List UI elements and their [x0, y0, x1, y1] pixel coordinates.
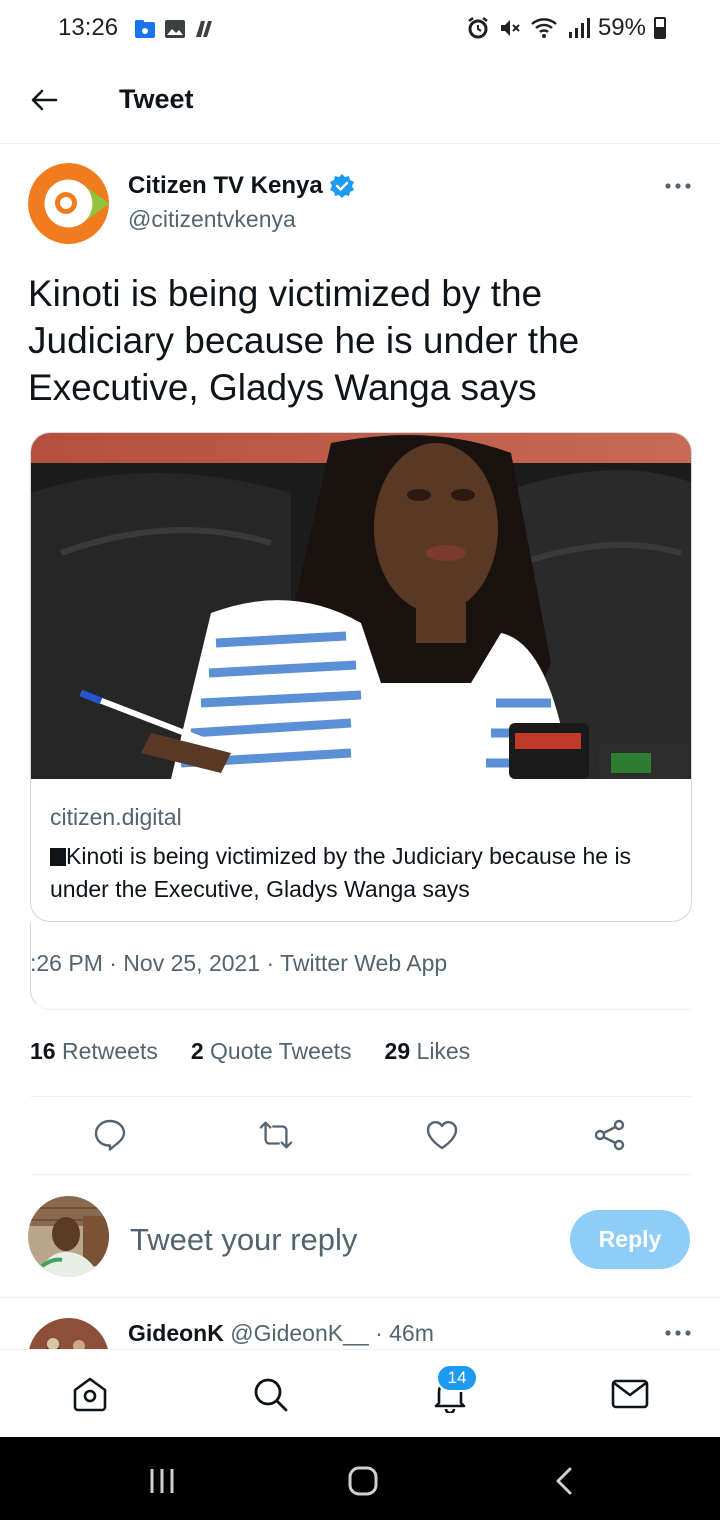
card-image [31, 433, 691, 779]
tweet-timestamp: :26 PM · Nov 25, 2021 · Twitter Web App [30, 950, 448, 976]
author-handle[interactable]: @citizentvkenya [128, 206, 296, 233]
card-domain: citizen.digital [50, 804, 182, 830]
battery-icon [654, 17, 666, 39]
status-bar: 13:26 59% [0, 0, 720, 60]
card-title-text: Kinoti is being victimized by the Judici… [50, 843, 632, 902]
text-cursor-block [50, 848, 66, 866]
author-name-text: Citizen TV Kenya [128, 172, 323, 199]
retweets-stat[interactable]: 16 Retweets [30, 1038, 158, 1065]
author-avatar[interactable] [28, 163, 109, 244]
reply-author-name[interactable]: GideonK [128, 1320, 224, 1346]
like-icon[interactable] [424, 1117, 460, 1153]
likes-stat[interactable]: 29 Likes [385, 1038, 471, 1065]
quotes-count: 2 [190, 1038, 204, 1064]
user-avatar[interactable] [28, 1196, 109, 1277]
more-options-icon[interactable] [664, 176, 692, 196]
mute-icon [500, 20, 520, 36]
gallery-icon [165, 20, 185, 38]
retweets-count: 16 [30, 1038, 56, 1064]
top-app-bar: Tweet [0, 60, 720, 144]
recent-apps-icon[interactable] [142, 1461, 182, 1501]
link-preview-card[interactable]: citizen.digital Kinoti is being victimiz… [30, 432, 692, 922]
home-button-icon[interactable] [343, 1461, 383, 1501]
retweets-label: Retweets [61, 1038, 158, 1064]
signal-icon [568, 18, 590, 38]
divider [0, 1297, 720, 1298]
status-time: 13:26 [58, 14, 119, 41]
quotes-label: Quote Tweets [210, 1038, 352, 1064]
reply-author-handle[interactable]: @GideonK__ [230, 1320, 368, 1346]
reply-input[interactable] [130, 1220, 550, 1260]
wifi-icon [531, 18, 557, 38]
bottom-navigation: 14 [0, 1349, 720, 1437]
share-icon[interactable] [592, 1117, 628, 1153]
engagement-stats: 16 Retweets 2 Quote Tweets 29 Likes [30, 1038, 470, 1065]
author-name[interactable]: Citizen TV Kenya [128, 172, 355, 200]
reply-button[interactable]: Reply [570, 1210, 690, 1269]
reply-header: GideonK @GideonK__ · 46m [128, 1320, 434, 1347]
verified-badge-icon [329, 174, 354, 198]
likes-count: 29 [384, 1038, 411, 1064]
back-arrow-icon[interactable] [24, 80, 64, 120]
system-navigation-bar [0, 1437, 720, 1520]
news-icon [196, 21, 212, 37]
alarm-icon [468, 17, 488, 39]
home-icon[interactable] [70, 1374, 110, 1414]
tweet-actions [30, 1097, 692, 1175]
more-options-icon[interactable] [664, 1323, 692, 1343]
likes-label: Likes [416, 1038, 471, 1064]
search-icon[interactable] [250, 1374, 290, 1414]
card-title: Kinoti is being victimized by the Judici… [50, 840, 680, 906]
folder-icon [135, 20, 155, 38]
retweet-icon[interactable] [258, 1117, 294, 1153]
messages-icon[interactable] [610, 1374, 650, 1414]
page-title: Tweet [119, 84, 194, 114]
battery-percent: 59% [597, 14, 646, 41]
reply-time: · 46m [375, 1320, 434, 1346]
notification-badge: 14 [436, 1364, 478, 1392]
tweet-text: Kinoti is being victimized by the Judici… [28, 273, 580, 408]
quote-tweets-stat[interactable]: 2 Quote Tweets [191, 1038, 352, 1065]
reply-icon[interactable] [92, 1117, 128, 1153]
back-button-icon[interactable] [545, 1461, 585, 1501]
